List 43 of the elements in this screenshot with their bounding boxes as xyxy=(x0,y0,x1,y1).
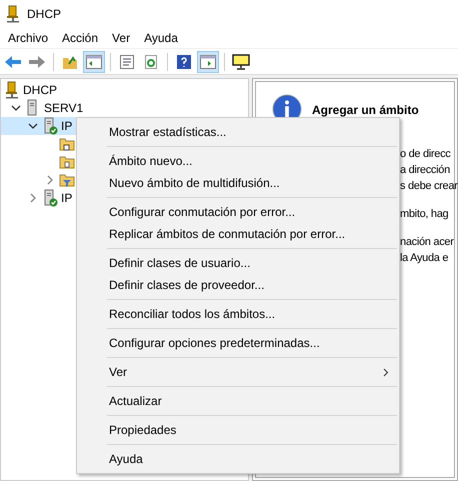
context-menu-item[interactable]: Nuevo ámbito de multidifusión... xyxy=(77,172,399,194)
monitor-icon[interactable] xyxy=(232,54,250,70)
refresh-icon[interactable] xyxy=(143,54,159,70)
info-text: mbito, hag xyxy=(400,207,450,222)
window-title: DHCP xyxy=(27,6,62,22)
tree-item[interactable]: IP xyxy=(61,189,72,207)
context-menu-item[interactable]: Ayuda xyxy=(77,448,399,470)
folder-options-icon xyxy=(59,137,75,151)
server-check-icon xyxy=(42,189,58,207)
back-arrow-icon[interactable] xyxy=(4,54,22,68)
info-text: la Ayuda e xyxy=(400,251,450,266)
tree-item[interactable]: SERV1 xyxy=(44,99,84,117)
context-menu-item[interactable]: Configurar opciones predeterminadas... xyxy=(77,332,399,354)
info-text: o de direcc xyxy=(400,147,452,162)
folder-up-icon[interactable] xyxy=(62,54,78,70)
chevron-right-icon xyxy=(383,368,389,376)
context-menu-item[interactable]: Reconciliar todos los ámbitos... xyxy=(77,303,399,325)
info-text: a dirección xyxy=(400,163,451,178)
context-menu-item[interactable]: Ámbito nuevo... xyxy=(77,150,399,172)
properties-icon[interactable] xyxy=(119,54,135,70)
menu-item[interactable]: Acción xyxy=(55,28,106,46)
context-menu-item[interactable]: Ver xyxy=(77,361,399,383)
menu-item[interactable]: Ayuda xyxy=(137,28,185,46)
folder-icon xyxy=(59,155,75,169)
tree-item[interactable]: IP xyxy=(61,117,72,135)
context-menu-item[interactable]: Actualizar xyxy=(77,390,399,412)
context-menu-item[interactable]: Configurar conmutación por error... xyxy=(77,201,399,223)
help-icon[interactable] xyxy=(176,54,192,70)
info-text: nación acer xyxy=(400,235,454,250)
action-pane-icon[interactable] xyxy=(200,54,216,68)
info-title: Agregar un ámbito xyxy=(312,103,419,117)
tree-item[interactable]: DHCP xyxy=(23,81,58,99)
menu-item[interactable]: Ver xyxy=(105,28,138,46)
folder-filter-icon xyxy=(59,173,75,187)
context-menu-item[interactable]: Propiedades xyxy=(77,419,399,441)
context-menu-item[interactable]: Definir clases de usuario... xyxy=(77,252,399,274)
context-menu-item[interactable]: Definir clases de proveedor... xyxy=(77,274,399,296)
menu-item[interactable]: Archivo xyxy=(1,28,56,46)
forward-arrow-icon[interactable] xyxy=(28,54,46,68)
context-menu-item[interactable]: Replicar ámbitos de conmutación por error... xyxy=(77,223,399,245)
context-menu-item[interactable]: Mostrar estadísticas... xyxy=(77,121,399,143)
server-check-icon xyxy=(42,117,58,135)
tree-pane-icon[interactable] xyxy=(86,54,102,68)
